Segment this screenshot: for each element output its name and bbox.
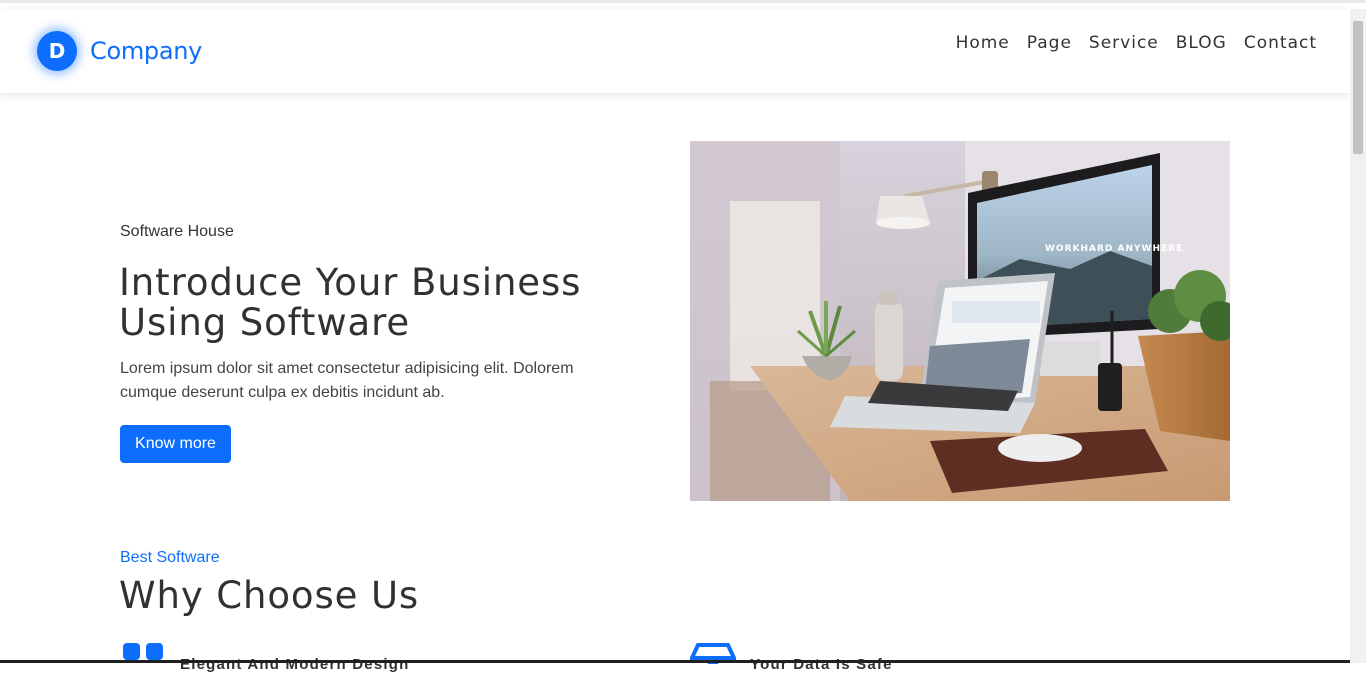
nav-service[interactable]: Service [1089,33,1159,53]
monitor-screen-text: WORKHARD ANYWHERE [1045,244,1183,254]
brand-name: Company [90,37,203,65]
feature-title: Elegant And Modern Design [180,656,410,673]
page-scrollbar[interactable] [1350,9,1366,663]
hero-image: WORKHARD ANYWHERE [690,141,1230,501]
main-nav: Home Page Service BLOG Contact [939,33,1317,53]
grid-icon [120,640,166,675]
feature-title: Your Data Is Safe [750,656,893,673]
why-kicker: Best Software [120,549,220,566]
nav-contact[interactable]: Contact [1244,33,1317,53]
brand-badge: D [37,31,77,71]
nav-home[interactable]: Home [956,33,1010,53]
hero-kicker: Software House [120,223,234,240]
why-title: Why Choose Us [119,574,420,617]
feature-item: Your Data Is Safe [688,640,893,675]
hero-title: Introduce Your Business Using Software [119,261,582,344]
top-border [0,0,1366,3]
hero-description: Lorem ipsum dolor sit amet consectetur a… [120,360,574,401]
brand-logo[interactable]: D Company [37,31,202,71]
know-more-button[interactable]: Know more [120,425,231,463]
box-icon [688,640,738,675]
navbar: D Company Home Page Service BLOG Contact [0,9,1350,93]
nav-blog[interactable]: BLOG [1176,33,1227,53]
scrollbar-thumb[interactable] [1353,21,1363,154]
feature-item: Elegant And Modern Design [120,640,409,675]
nav-page[interactable]: Page [1027,33,1072,53]
